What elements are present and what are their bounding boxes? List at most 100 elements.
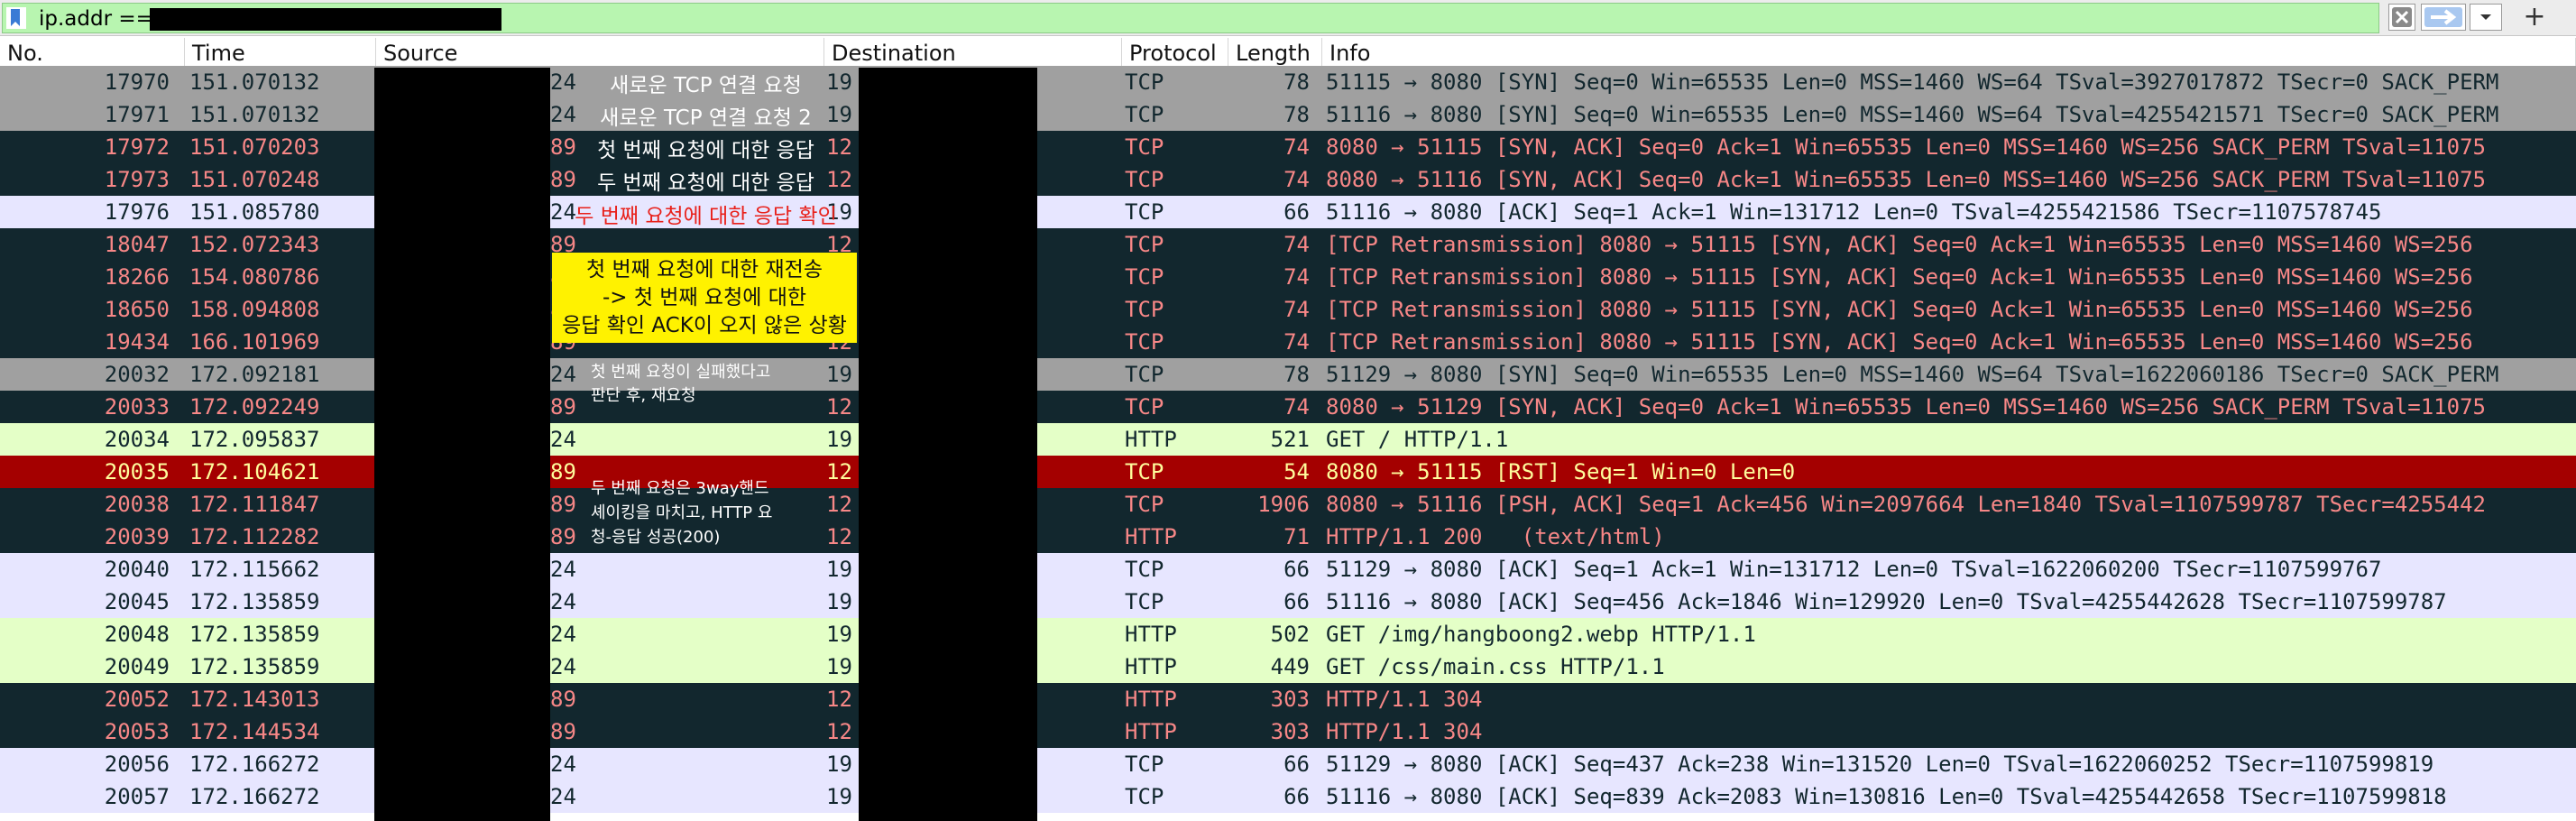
column-header-source[interactable]: Source	[376, 38, 824, 67]
packet-time: 172.095837	[189, 427, 320, 452]
packet-length: 74	[1283, 297, 1310, 322]
filter-history-dropdown[interactable]	[2470, 4, 2502, 31]
packet-destination: 19	[826, 362, 852, 387]
packet-number: 20039	[104, 524, 170, 549]
packet-info: [TCP Retransmission] 8080 → 51115 [SYN, …	[1326, 297, 2473, 322]
packet-length: 303	[1270, 719, 1310, 744]
column-header-protocol[interactable]: Protocol	[1122, 38, 1228, 67]
filter-text: ip.addr ==	[39, 7, 153, 31]
add-filter-button[interactable]: +	[2516, 2, 2553, 32]
packet-number: 17973	[104, 167, 170, 192]
packet-source: 24	[550, 427, 576, 452]
packet-time: 151.070203	[189, 134, 320, 160]
packet-source: 24	[550, 622, 576, 647]
packet-length: 66	[1283, 752, 1310, 777]
packet-info: 51116 → 8080 [SYN] Seq=0 Win=65535 Len=0…	[1326, 102, 2499, 127]
column-header-no[interactable]: No.	[0, 38, 185, 67]
packet-number: 20057	[104, 784, 170, 809]
packet-source: 89	[550, 719, 576, 744]
arrow-right-icon	[2424, 7, 2462, 27]
packet-info: GET / HTTP/1.1	[1326, 427, 1509, 452]
packet-length: 74	[1283, 232, 1310, 257]
packet-info: 8080 → 51116 [PSH, ACK] Seq=1 Ack=456 Wi…	[1326, 492, 2486, 517]
column-header-info[interactable]: Info	[1322, 38, 2576, 67]
packet-length: 449	[1270, 654, 1310, 679]
annotation-retry-note: 첫 번째 요청이 실패했다고 판단 후, 재요청	[591, 363, 771, 405]
source-redaction	[374, 68, 550, 821]
packet-length: 74	[1283, 134, 1310, 160]
packet-destination: 12	[826, 459, 852, 484]
packet-protocol: HTTP	[1125, 687, 1177, 712]
packet-destination: 19	[826, 654, 852, 679]
packet-protocol: TCP	[1125, 69, 1164, 95]
packet-list-header: No. Time Source Destination Protocol Len…	[0, 38, 2576, 67]
packet-length: 78	[1283, 69, 1310, 95]
packet-protocol: TCP	[1125, 167, 1164, 192]
packet-number: 20034	[104, 427, 170, 452]
packet-destination: 12	[826, 719, 852, 744]
packet-info: 8080 → 51115 [SYN, ACK] Seq=0 Ack=1 Win=…	[1326, 134, 2486, 160]
packet-length: 1906	[1257, 492, 1310, 517]
packet-source: 24	[550, 557, 576, 582]
packet-protocol: TCP	[1125, 199, 1164, 225]
packet-info: 51129 → 8080 [SYN] Seq=0 Win=65535 Len=0…	[1326, 362, 2499, 387]
clear-filter-button[interactable]	[2388, 4, 2415, 31]
packet-number: 18650	[104, 297, 170, 322]
packet-info: HTTP/1.1 304	[1326, 719, 1483, 744]
annotation-second-ack: 두 번째 요청에 대한 응답 확인	[575, 205, 837, 228]
packet-source: 89	[550, 687, 576, 712]
column-header-time[interactable]: Time	[185, 38, 376, 67]
packet-length: 66	[1283, 589, 1310, 614]
packet-number: 20056	[104, 752, 170, 777]
packet-info: HTTP/1.1 304	[1326, 687, 1483, 712]
packet-time: 172.143013	[189, 687, 320, 712]
packet-protocol: TCP	[1125, 784, 1164, 809]
packet-length: 74	[1283, 264, 1310, 290]
packet-time: 172.135859	[189, 654, 320, 679]
packet-protocol: TCP	[1125, 459, 1164, 484]
packet-length: 74	[1283, 167, 1310, 192]
packet-time: 154.080786	[189, 264, 320, 290]
packet-length: 521	[1270, 427, 1310, 452]
packet-time: 172.104621	[189, 459, 320, 484]
packet-time: 172.115662	[189, 557, 320, 582]
chevron-down-icon	[2480, 14, 2491, 20]
annotation-success-note: 두 번째 요청은 3way핸드 셰이킹을 마치고, HTTP 요 청-응답 성공…	[591, 479, 773, 547]
packet-time: 151.070248	[189, 167, 320, 192]
packet-info: 51129 → 8080 [ACK] Seq=1 Ack=1 Win=13171…	[1326, 557, 2382, 582]
packet-info: 51115 → 8080 [SYN] Seq=0 Win=65535 Len=0…	[1326, 69, 2499, 95]
packet-info: [TCP Retransmission] 8080 → 51115 [SYN, …	[1326, 232, 2473, 257]
packet-length: 78	[1283, 102, 1310, 127]
packet-time: 172.166272	[189, 784, 320, 809]
packet-number: 17976	[104, 199, 170, 225]
bookmark-icon[interactable]	[6, 7, 26, 29]
packet-source: 89	[550, 394, 576, 420]
column-header-destination[interactable]: Destination	[824, 38, 1122, 67]
packet-time: 172.144534	[189, 719, 320, 744]
packet-source: 24	[550, 589, 576, 614]
packet-destination: 19	[826, 784, 852, 809]
packet-protocol: TCP	[1125, 557, 1164, 582]
packet-source: 24	[550, 784, 576, 809]
packet-info: [TCP Retransmission] 8080 → 51115 [SYN, …	[1326, 329, 2473, 355]
annotation-new-connection-2: 새로운 TCP 연결 요청 2	[600, 106, 812, 130]
annotation-first-response: 첫 번째 요청에 대한 응답	[597, 139, 814, 162]
packet-destination: 19	[826, 427, 852, 452]
packet-destination: 12	[826, 687, 852, 712]
packet-source: 24	[550, 362, 576, 387]
packet-time: 166.101969	[189, 329, 320, 355]
packet-number: 20033	[104, 394, 170, 420]
packet-protocol: TCP	[1125, 297, 1164, 322]
packet-destination: 12	[826, 394, 852, 420]
column-header-length[interactable]: Length	[1228, 38, 1322, 67]
apply-filter-button[interactable]	[2421, 4, 2466, 31]
packet-protocol: TCP	[1125, 752, 1164, 777]
packet-info: 51116 → 8080 [ACK] Seq=456 Ack=1846 Win=…	[1326, 589, 2447, 614]
packet-info: 8080 → 51115 [RST] Seq=1 Win=0 Len=0	[1326, 459, 1796, 484]
packet-protocol: HTTP	[1125, 719, 1177, 744]
packet-length: 74	[1283, 329, 1310, 355]
clear-icon	[2392, 7, 2412, 27]
packet-source: 89	[550, 459, 576, 484]
display-filter-input[interactable]: ip.addr ==	[2, 3, 2379, 33]
packet-number: 20049	[104, 654, 170, 679]
